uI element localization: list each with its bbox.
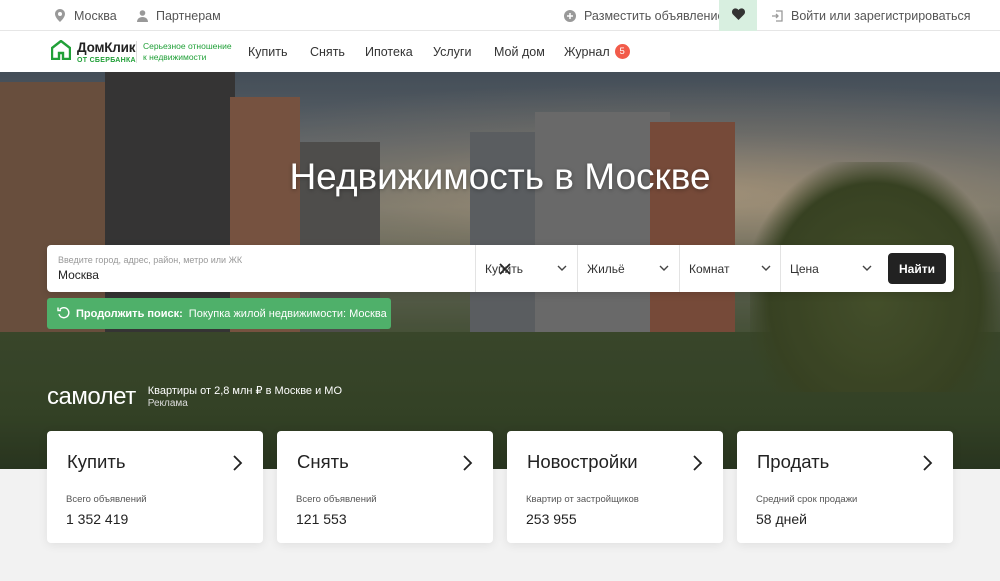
nav-mortgage[interactable]: Ипотека <box>365 31 413 72</box>
continue-search-label: Продолжить поиск: <box>76 307 183 320</box>
journal-badge: 5 <box>614 44 630 59</box>
post-ad-label: Разместить объявление <box>584 8 725 23</box>
chevron-down-icon <box>659 265 669 271</box>
card-sell[interactable]: Продать Средний срок продажи 58 дней <box>737 431 953 543</box>
nav-services[interactable]: Услуги <box>433 31 471 72</box>
card-label: Средний срок продажи <box>756 494 858 505</box>
login-icon <box>770 9 784 23</box>
city-label: Москва <box>74 8 117 23</box>
chevron-right-icon <box>463 455 473 471</box>
history-icon <box>57 306 70 322</box>
chevron-right-icon <box>233 455 243 471</box>
login-label: Войти или зарегистрироваться <box>791 8 971 23</box>
chevron-right-icon <box>693 455 703 471</box>
card-label: Квартир от застройщиков <box>526 494 639 505</box>
ad-brand-logo: самолет <box>47 383 136 410</box>
card-buy[interactable]: Купить Всего объявлений 1 352 419 <box>47 431 263 543</box>
card-label: Всего объявлений <box>66 494 147 505</box>
card-title: Продать <box>757 451 830 472</box>
chevron-down-icon <box>862 265 872 271</box>
login-link[interactable]: Войти или зарегистрироваться <box>770 0 971 31</box>
search-input[interactable]: Введите город, адрес, район, метро или Ж… <box>58 255 242 282</box>
card-title: Купить <box>67 451 126 472</box>
property-type-value: Жильё <box>587 261 625 276</box>
slogan: Серьезное отношение к недвижимости <box>143 41 232 63</box>
person-icon <box>135 9 149 23</box>
price-value: Цена <box>790 261 819 276</box>
main-navbar: ДомКлик ОТ СБЕРБАНКА Серьезное отношение… <box>0 31 1000 72</box>
card-value: 253 955 <box>526 511 577 527</box>
favorites-button[interactable] <box>719 0 757 31</box>
domclick-logo[interactable]: ДомКлик ОТ СБЕРБАНКА <box>50 39 136 65</box>
slogan-line-2: к недвижимости <box>143 52 207 62</box>
continue-search-button[interactable]: Продолжить поиск: Покупка жилой недвижим… <box>47 298 391 329</box>
heart-icon <box>731 7 745 25</box>
top-utility-bar: Москва Партнерам Разместить объявление В… <box>0 0 1000 31</box>
post-ad-link[interactable]: Разместить объявление <box>563 0 724 31</box>
rooms-select[interactable]: Комнат <box>679 245 781 292</box>
property-type-select[interactable]: Жильё <box>577 245 679 292</box>
nav-my-home[interactable]: Мой дом <box>494 31 545 72</box>
card-new-buildings[interactable]: Новостройки Квартир от застройщиков 253 … <box>507 431 723 543</box>
chevron-down-icon <box>761 265 771 271</box>
partners-link[interactable]: Партнерам <box>135 0 221 31</box>
logo-divider <box>136 41 137 63</box>
ad-text: Квартиры от 2,8 млн ₽ в Москве и МО <box>147 385 343 397</box>
rooms-value: Комнат <box>689 261 730 276</box>
city-selector[interactable]: Москва <box>53 0 117 31</box>
plus-circle-icon <box>563 9 577 23</box>
ad-label: Реклама <box>147 398 188 409</box>
continue-search-query: Покупка жилой недвижимости: Москва <box>188 307 387 320</box>
hero-title: Недвижимость в Москве <box>289 156 711 197</box>
card-value: 58 дней <box>756 511 807 527</box>
house-logo-icon <box>50 39 72 65</box>
chevron-right-icon <box>923 455 933 471</box>
search-submit-button[interactable]: Найти <box>888 253 946 284</box>
price-select[interactable]: Цена <box>780 245 882 292</box>
search-value: Москва <box>58 268 99 282</box>
deal-type-value: Купить <box>485 261 523 276</box>
logo-subtitle: ОТ СБЕРБАНКА <box>77 56 136 64</box>
card-title: Снять <box>297 451 349 472</box>
nav-rent[interactable]: Снять <box>310 31 345 72</box>
search-bar: Введите город, адрес, район, метро или Ж… <box>47 245 954 292</box>
slogan-line-1: Серьезное отношение <box>143 41 232 51</box>
card-value: 1 352 419 <box>66 511 129 527</box>
card-value: 121 553 <box>296 511 347 527</box>
partners-label: Партнерам <box>156 8 221 23</box>
card-rent[interactable]: Снять Всего объявлений 121 553 <box>277 431 493 543</box>
chevron-down-icon <box>557 265 567 271</box>
logo-name: ДомКлик <box>77 40 136 56</box>
card-title: Новостройки <box>527 451 638 472</box>
nav-journal-label: Журнал <box>564 44 610 59</box>
nav-buy[interactable]: Купить <box>248 31 288 72</box>
nav-journal[interactable]: Журнал 5 <box>564 31 630 72</box>
card-label: Всего объявлений <box>296 494 377 505</box>
ad-banner[interactable]: самолет Квартиры от 2,8 млн ₽ в Москве и… <box>47 384 342 410</box>
search-placeholder: Введите город, адрес, район, метро или Ж… <box>58 255 243 265</box>
deal-type-select[interactable]: Купить <box>475 245 577 292</box>
location-pin-icon <box>53 9 67 23</box>
